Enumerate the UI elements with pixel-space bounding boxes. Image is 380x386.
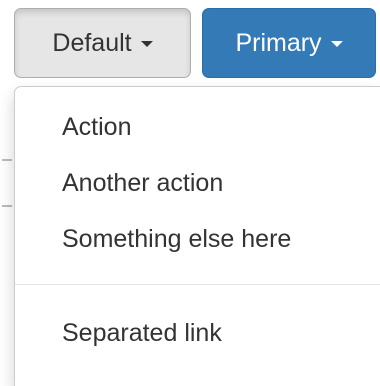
menu-item-label: Something else here	[62, 224, 292, 253]
menu-item-label: Action	[62, 112, 132, 141]
background-edge-mark	[2, 159, 12, 161]
default-button-label: Default	[52, 28, 132, 57]
menu-item-label: Separated link	[62, 318, 222, 347]
menu-item-label: Another action	[62, 168, 224, 197]
menu-item-action[interactable]: Action	[15, 102, 380, 152]
dropdown-menu: Action Another action Something else her…	[14, 86, 380, 386]
primary-dropdown-button[interactable]: Primary	[202, 8, 376, 78]
menu-divider	[15, 284, 380, 285]
menu-item-separated-link[interactable]: Separated link	[15, 308, 380, 358]
menu-item-something-else[interactable]: Something else here	[15, 214, 380, 264]
default-dropdown-button[interactable]: Default	[14, 8, 191, 78]
menu-item-another-action[interactable]: Another action	[15, 158, 380, 208]
background-edge-mark	[2, 205, 12, 207]
caret-down-icon	[330, 41, 343, 47]
caret-down-icon	[140, 41, 153, 47]
primary-button-label: Primary	[235, 28, 322, 57]
